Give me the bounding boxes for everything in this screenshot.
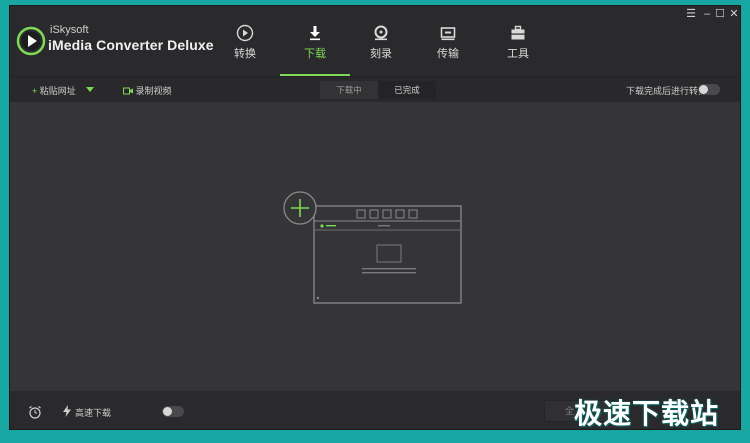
- convert-icon: [236, 24, 254, 42]
- maximize-icon[interactable]: ☐: [714, 8, 726, 20]
- close-icon[interactable]: ✕: [728, 8, 740, 20]
- header: iSkysoft iMedia Converter Deluxe 转换 下载 刻…: [10, 6, 740, 76]
- tab-downloading[interactable]: 下载中: [320, 81, 378, 99]
- dropdown-arrow-icon[interactable]: [86, 87, 94, 93]
- menu-icon[interactable]: ☰: [685, 8, 697, 20]
- tab-label: 工具: [507, 48, 529, 60]
- lightning-icon: [63, 405, 71, 417]
- high-speed-download-label: 高速下载: [75, 408, 112, 418]
- toolbar: + 粘贴网址 录制视频 下载中 已完成 下载完成后进行转换: [10, 76, 740, 102]
- empty-state-illustration: [283, 191, 462, 304]
- download-area: [10, 102, 740, 391]
- app-window: iSkysoft iMedia Converter Deluxe 转换 下载 刻…: [9, 5, 741, 430]
- tab-finished[interactable]: 已完成: [378, 81, 436, 99]
- brand-small: iSkysoft: [50, 24, 89, 36]
- tab-label: 转换: [234, 48, 256, 60]
- camera-icon: [123, 87, 133, 95]
- minimize-icon[interactable]: –: [701, 8, 713, 20]
- tab-label: 下载: [304, 48, 326, 60]
- transfer-icon: [440, 27, 456, 41]
- tab-tools[interactable]: 工具: [483, 20, 553, 76]
- app-logo-icon: [16, 26, 46, 56]
- tab-label: 刻录: [370, 48, 392, 60]
- watermark: 极速下载站: [574, 397, 720, 430]
- download-icon: [310, 26, 320, 41]
- tab-convert[interactable]: 转换: [210, 20, 280, 76]
- app-title: iMedia Converter Deluxe: [48, 37, 214, 53]
- toggle-knob: [163, 407, 172, 416]
- toggle-knob: [699, 85, 708, 94]
- plus-icon: +: [32, 86, 38, 96]
- toolbox-icon: [511, 25, 525, 40]
- download-status-segment: 下载中 已完成: [320, 81, 436, 99]
- high-speed-download-toggle[interactable]: [162, 406, 184, 417]
- paste-url-label: 粘贴网址: [39, 86, 76, 96]
- alarm-clock-icon[interactable]: [28, 405, 42, 419]
- record-video-button[interactable]: 录制视频: [123, 84, 172, 97]
- tab-download[interactable]: 下载: [280, 20, 350, 76]
- convert-after-download-label: 下载完成后进行转换: [626, 86, 708, 96]
- convert-after-download-toggle[interactable]: [698, 84, 720, 95]
- tab-label: 传输: [437, 48, 459, 60]
- outer-frame: iSkysoft iMedia Converter Deluxe 转换 下载 刻…: [0, 0, 750, 443]
- paste-url-button[interactable]: + 粘贴网址: [32, 84, 76, 97]
- tab-burn[interactable]: 刻录: [346, 20, 416, 76]
- tab-transfer[interactable]: 传输: [413, 20, 483, 76]
- record-video-label: 录制视频: [135, 86, 172, 96]
- burn-icon: [374, 25, 388, 41]
